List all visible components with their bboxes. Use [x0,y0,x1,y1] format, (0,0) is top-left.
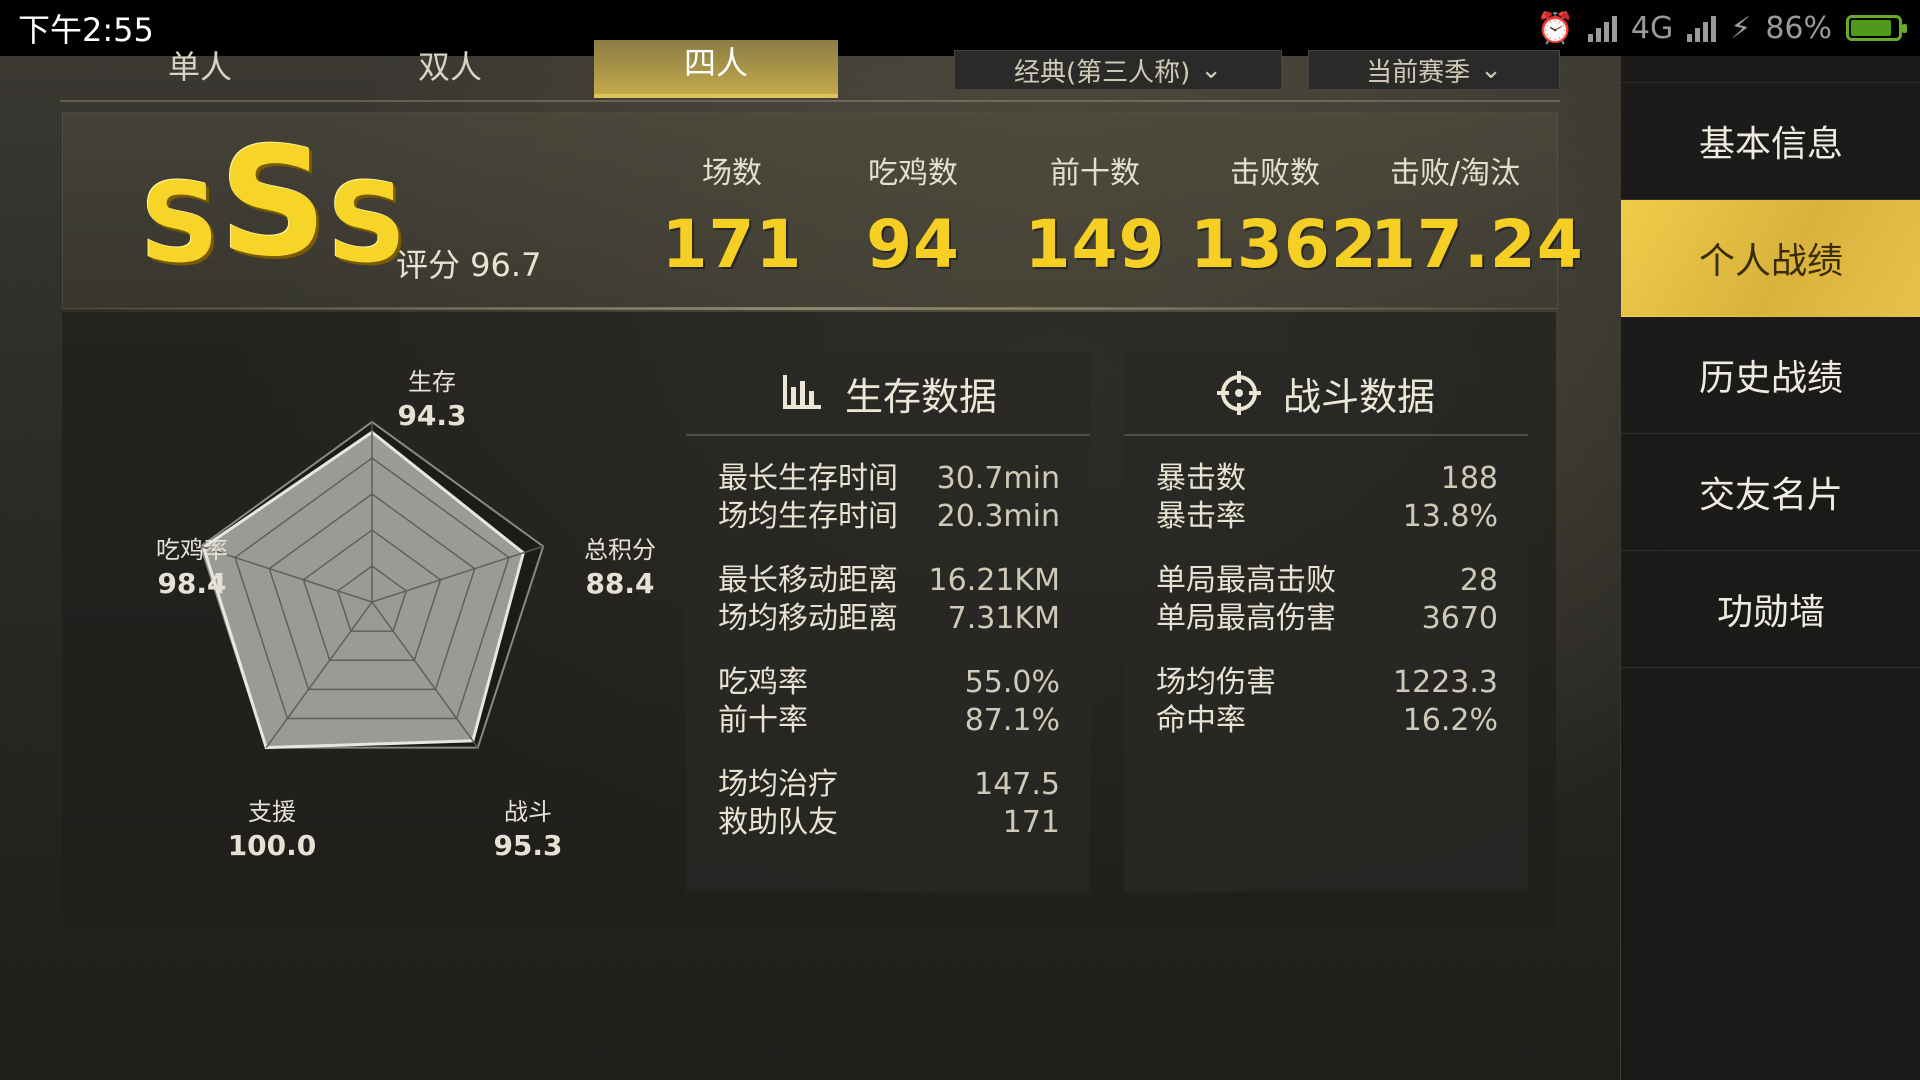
tab-underline [60,100,1560,102]
stat-group: 场均治疗 147.5 救助队友 171 [718,766,1060,842]
stat-row: 场均移动距离 7.31KM [718,601,1060,636]
radar-label-survival: 生存 94.3 [397,368,467,432]
stat-kills: 击败数 1362 [1190,156,1378,283]
status-icons: ⏰ 4G ⚡ 86% [1537,10,1907,46]
battery-icon [1846,15,1907,41]
combat-header: 战斗数据 [1124,352,1528,436]
stat-group: 单局最高击败 28 单局最高伤害 3670 [1156,562,1498,638]
menu-medal-wall[interactable]: 功勋墙 [1621,551,1920,668]
bar-chart-icon [782,375,821,409]
stat-row: 单局最高击败 28 [1156,563,1498,598]
radar-label-total: 总积分 88.4 [584,536,656,600]
stat-group: 吃鸡率 55.0% 前十率 87.1% [718,664,1060,740]
battery-percent: 86% [1765,10,1832,46]
grade-letter: S [140,159,220,287]
grade-letter: S [327,159,407,287]
menu-basic-info[interactable]: 基本信息 [1621,83,1920,200]
menu-personal-record[interactable]: 个人战绩 [1621,200,1920,317]
grade-badge: S S S [140,128,407,278]
survival-panel: 生存数据 最长生存时间 30.7min 场均生存时间 20.3min 最长移动距离 1… [686,352,1090,892]
radar-chart: 生存 94.3 总积分 88.4 战斗 95.3 支援 100.0 吃鸡率 98.4 [62,312,682,928]
stat-row: 暴击率 13.8% [1156,499,1498,534]
divider [62,307,1556,310]
stat-row: 单局最高伤害 3670 [1156,601,1498,636]
rating-score: 评分 96.7 [396,246,542,284]
tab-solo[interactable]: 单人 [100,40,300,98]
stat-group: 暴击数 188 暴击率 13.8% [1156,460,1498,536]
radar-label-winrate: 吃鸡率 98.4 [156,536,228,600]
side-menu: 基本信息 个人战绩 历史战绩 交友名片 功勋墙 [1620,56,1920,1080]
season-dropdown[interactable]: 当前赛季 ⌄ [1308,50,1560,90]
mode-tabs: 单人 双人 四人 经典(第三人称) ⌄ 当前赛季 ⌄ [60,40,1560,102]
chevron-down-icon: ⌄ [1480,55,1502,85]
menu-history[interactable]: 历史战绩 [1621,317,1920,434]
stat-row: 最长生存时间 30.7min [718,461,1060,496]
stat-row: 命中率 16.2% [1156,703,1498,738]
survival-title: 生存数据 [844,374,997,419]
stat-group: 场均伤害 1223.3 命中率 16.2% [1156,664,1498,740]
combat-panel: 战斗数据 暴击数 188 暴击率 13.8% 单局最高击败 28 单局最高伤害 3670… [1124,352,1528,892]
radar-label-support: 支援 100.0 [227,798,317,862]
stat-top10: 前十数 149 [1024,156,1166,283]
stat-group: 最长生存时间 30.7min 场均生存时间 20.3min [718,460,1060,536]
mode-dropdown[interactable]: 经典(第三人称) ⌄ [954,50,1282,90]
stat-row: 暴击数 188 [1156,461,1498,496]
side-menu-top [1621,56,1920,83]
menu-friend-card[interactable]: 交友名片 [1621,434,1920,551]
stat-row: 场均治疗 147.5 [718,767,1060,802]
stat-wins: 吃鸡数 94 [866,156,960,283]
signal-icon-2 [1687,14,1717,42]
signal-icon [1587,14,1617,42]
stat-matches: 场数 171 [661,156,803,283]
network-type: 4G [1630,10,1674,46]
survival-header: 生存数据 [686,352,1090,436]
crosshair-icon [1216,371,1261,415]
charging-icon: ⚡ [1730,10,1752,46]
stat-row: 场均生存时间 20.3min [718,499,1060,534]
grade-letter: S [219,116,328,290]
stat-row: 救助队友 171 [718,805,1060,840]
stat-row: 前十率 87.1% [718,703,1060,738]
stat-kd: 击败/淘汰 17.24 [1370,156,1584,283]
stat-row: 场均伤害 1223.3 [1156,665,1498,700]
combat-title: 战斗数据 [1282,374,1435,419]
tab-duo[interactable]: 双人 [350,40,550,98]
stat-group: 最长移动距离 16.21KM 场均移动距离 7.31KM [718,562,1060,638]
stat-row: 最长移动距离 16.21KM [718,563,1060,598]
stat-row: 吃鸡率 55.0% [718,665,1060,700]
tab-squad[interactable]: 四人 [594,40,838,98]
radar-label-combat: 战斗 95.3 [493,798,563,862]
chevron-down-icon: ⌄ [1200,55,1223,85]
